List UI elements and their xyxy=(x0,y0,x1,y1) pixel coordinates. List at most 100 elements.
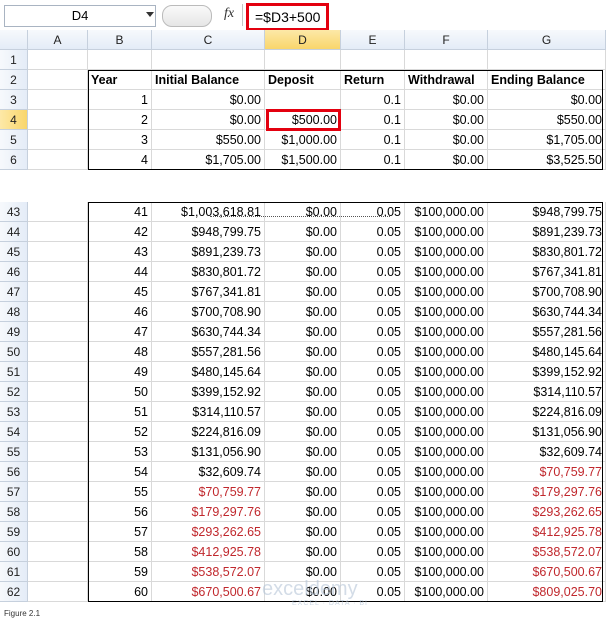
cell-b1[interactable] xyxy=(88,50,152,70)
cell-g4[interactable]: $550.00 xyxy=(488,110,606,130)
cell-g49[interactable]: $557,281.56 xyxy=(488,322,606,342)
cell-e49[interactable]: 0.05 xyxy=(341,322,405,342)
row-header-50[interactable]: 50 xyxy=(0,342,28,362)
column-header-f[interactable]: F xyxy=(405,30,488,50)
cell-d50[interactable]: $0.00 xyxy=(265,342,341,362)
row-header-59[interactable]: 59 xyxy=(0,522,28,542)
cell-c50[interactable]: $557,281.56 xyxy=(152,342,265,362)
row-header-58[interactable]: 58 xyxy=(0,502,28,522)
cell-c45[interactable]: $891,239.73 xyxy=(152,242,265,262)
cell-f51[interactable]: $100,000.00 xyxy=(405,362,488,382)
cell-b45[interactable]: 43 xyxy=(88,242,152,262)
row-header-62[interactable]: 62 xyxy=(0,582,28,602)
cell-b49[interactable]: 47 xyxy=(88,322,152,342)
cell-c58[interactable]: $179,297.76 xyxy=(152,502,265,522)
cell-e50[interactable]: 0.05 xyxy=(341,342,405,362)
cell-e47[interactable]: 0.05 xyxy=(341,282,405,302)
cell-f45[interactable]: $100,000.00 xyxy=(405,242,488,262)
cell-c54[interactable]: $224,816.09 xyxy=(152,422,265,442)
cell-g61[interactable]: $670,500.67 xyxy=(488,562,606,582)
cell-c61[interactable]: $538,572.07 xyxy=(152,562,265,582)
row-header-52[interactable]: 52 xyxy=(0,382,28,402)
cell-d4[interactable]: $500.00 xyxy=(265,110,341,130)
cell-e5[interactable]: 0.1 xyxy=(341,130,405,150)
cell-c46[interactable]: $830,801.72 xyxy=(152,262,265,282)
cell-d2[interactable]: Deposit xyxy=(265,70,341,90)
cell-b54[interactable]: 52 xyxy=(88,422,152,442)
cell-e55[interactable]: 0.05 xyxy=(341,442,405,462)
row-header-47[interactable]: 47 xyxy=(0,282,28,302)
cell-e58[interactable]: 0.05 xyxy=(341,502,405,522)
cell-b61[interactable]: 59 xyxy=(88,562,152,582)
cell-e57[interactable]: 0.05 xyxy=(341,482,405,502)
cell-c47[interactable]: $767,341.81 xyxy=(152,282,265,302)
cell-f49[interactable]: $100,000.00 xyxy=(405,322,488,342)
cell-b56[interactable]: 54 xyxy=(88,462,152,482)
column-header-e[interactable]: E xyxy=(341,30,405,50)
cell-c4[interactable]: $0.00 xyxy=(152,110,265,130)
cell-b43[interactable]: 41 xyxy=(88,202,152,222)
cell-g6[interactable]: $3,525.50 xyxy=(488,150,606,170)
cell-f53[interactable]: $100,000.00 xyxy=(405,402,488,422)
cell-g60[interactable]: $538,572.07 xyxy=(488,542,606,562)
cell-g45[interactable]: $830,801.72 xyxy=(488,242,606,262)
cell-a54[interactable] xyxy=(28,422,88,442)
insert-function-icon[interactable]: fx xyxy=(224,6,234,22)
row-header-2[interactable]: 2 xyxy=(0,70,28,90)
cell-c6[interactable]: $1,705.00 xyxy=(152,150,265,170)
cell-a43[interactable] xyxy=(28,202,88,222)
cell-c49[interactable]: $630,744.34 xyxy=(152,322,265,342)
cell-g2[interactable]: Ending Balance xyxy=(488,70,606,90)
row-header-61[interactable]: 61 xyxy=(0,562,28,582)
cell-b60[interactable]: 58 xyxy=(88,542,152,562)
cell-e1[interactable] xyxy=(341,50,405,70)
row-header-53[interactable]: 53 xyxy=(0,402,28,422)
cell-g43[interactable]: $948,799.75 xyxy=(488,202,606,222)
cell-a4[interactable] xyxy=(28,110,88,130)
row-header-49[interactable]: 49 xyxy=(0,322,28,342)
cell-a49[interactable] xyxy=(28,322,88,342)
cell-a51[interactable] xyxy=(28,362,88,382)
cell-b52[interactable]: 50 xyxy=(88,382,152,402)
cell-d43[interactable]: $0.00 xyxy=(265,202,341,222)
cell-d54[interactable]: $0.00 xyxy=(265,422,341,442)
cell-g5[interactable]: $1,705.00 xyxy=(488,130,606,150)
cell-a52[interactable] xyxy=(28,382,88,402)
cell-a56[interactable] xyxy=(28,462,88,482)
cell-d44[interactable]: $0.00 xyxy=(265,222,341,242)
cell-e59[interactable]: 0.05 xyxy=(341,522,405,542)
cell-d1[interactable] xyxy=(265,50,341,70)
cell-f57[interactable]: $100,000.00 xyxy=(405,482,488,502)
cell-g62[interactable]: $809,025.70 xyxy=(488,582,606,602)
cell-e52[interactable]: 0.05 xyxy=(341,382,405,402)
cell-d55[interactable]: $0.00 xyxy=(265,442,341,462)
cell-c5[interactable]: $550.00 xyxy=(152,130,265,150)
cell-b51[interactable]: 49 xyxy=(88,362,152,382)
cell-d48[interactable]: $0.00 xyxy=(265,302,341,322)
cell-a2[interactable] xyxy=(28,70,88,90)
row-header-55[interactable]: 55 xyxy=(0,442,28,462)
cell-g53[interactable]: $224,816.09 xyxy=(488,402,606,422)
cell-a53[interactable] xyxy=(28,402,88,422)
cell-c44[interactable]: $948,799.75 xyxy=(152,222,265,242)
cell-a48[interactable] xyxy=(28,302,88,322)
select-all-corner[interactable] xyxy=(0,30,28,50)
cell-b5[interactable]: 3 xyxy=(88,130,152,150)
cell-f59[interactable]: $100,000.00 xyxy=(405,522,488,542)
cell-b59[interactable]: 57 xyxy=(88,522,152,542)
cell-f56[interactable]: $100,000.00 xyxy=(405,462,488,482)
column-header-c[interactable]: C xyxy=(152,30,265,50)
cell-d56[interactable]: $0.00 xyxy=(265,462,341,482)
cell-e4[interactable]: 0.1 xyxy=(341,110,405,130)
column-header-d[interactable]: D xyxy=(265,30,341,50)
cell-g44[interactable]: $891,239.73 xyxy=(488,222,606,242)
cell-a46[interactable] xyxy=(28,262,88,282)
cell-b62[interactable]: 60 xyxy=(88,582,152,602)
cell-f58[interactable]: $100,000.00 xyxy=(405,502,488,522)
cell-f60[interactable]: $100,000.00 xyxy=(405,542,488,562)
cell-d45[interactable]: $0.00 xyxy=(265,242,341,262)
cell-f47[interactable]: $100,000.00 xyxy=(405,282,488,302)
cell-f62[interactable]: $100,000.00 xyxy=(405,582,488,602)
row-header-1[interactable]: 1 xyxy=(0,50,28,70)
cell-d3[interactable] xyxy=(265,90,341,110)
